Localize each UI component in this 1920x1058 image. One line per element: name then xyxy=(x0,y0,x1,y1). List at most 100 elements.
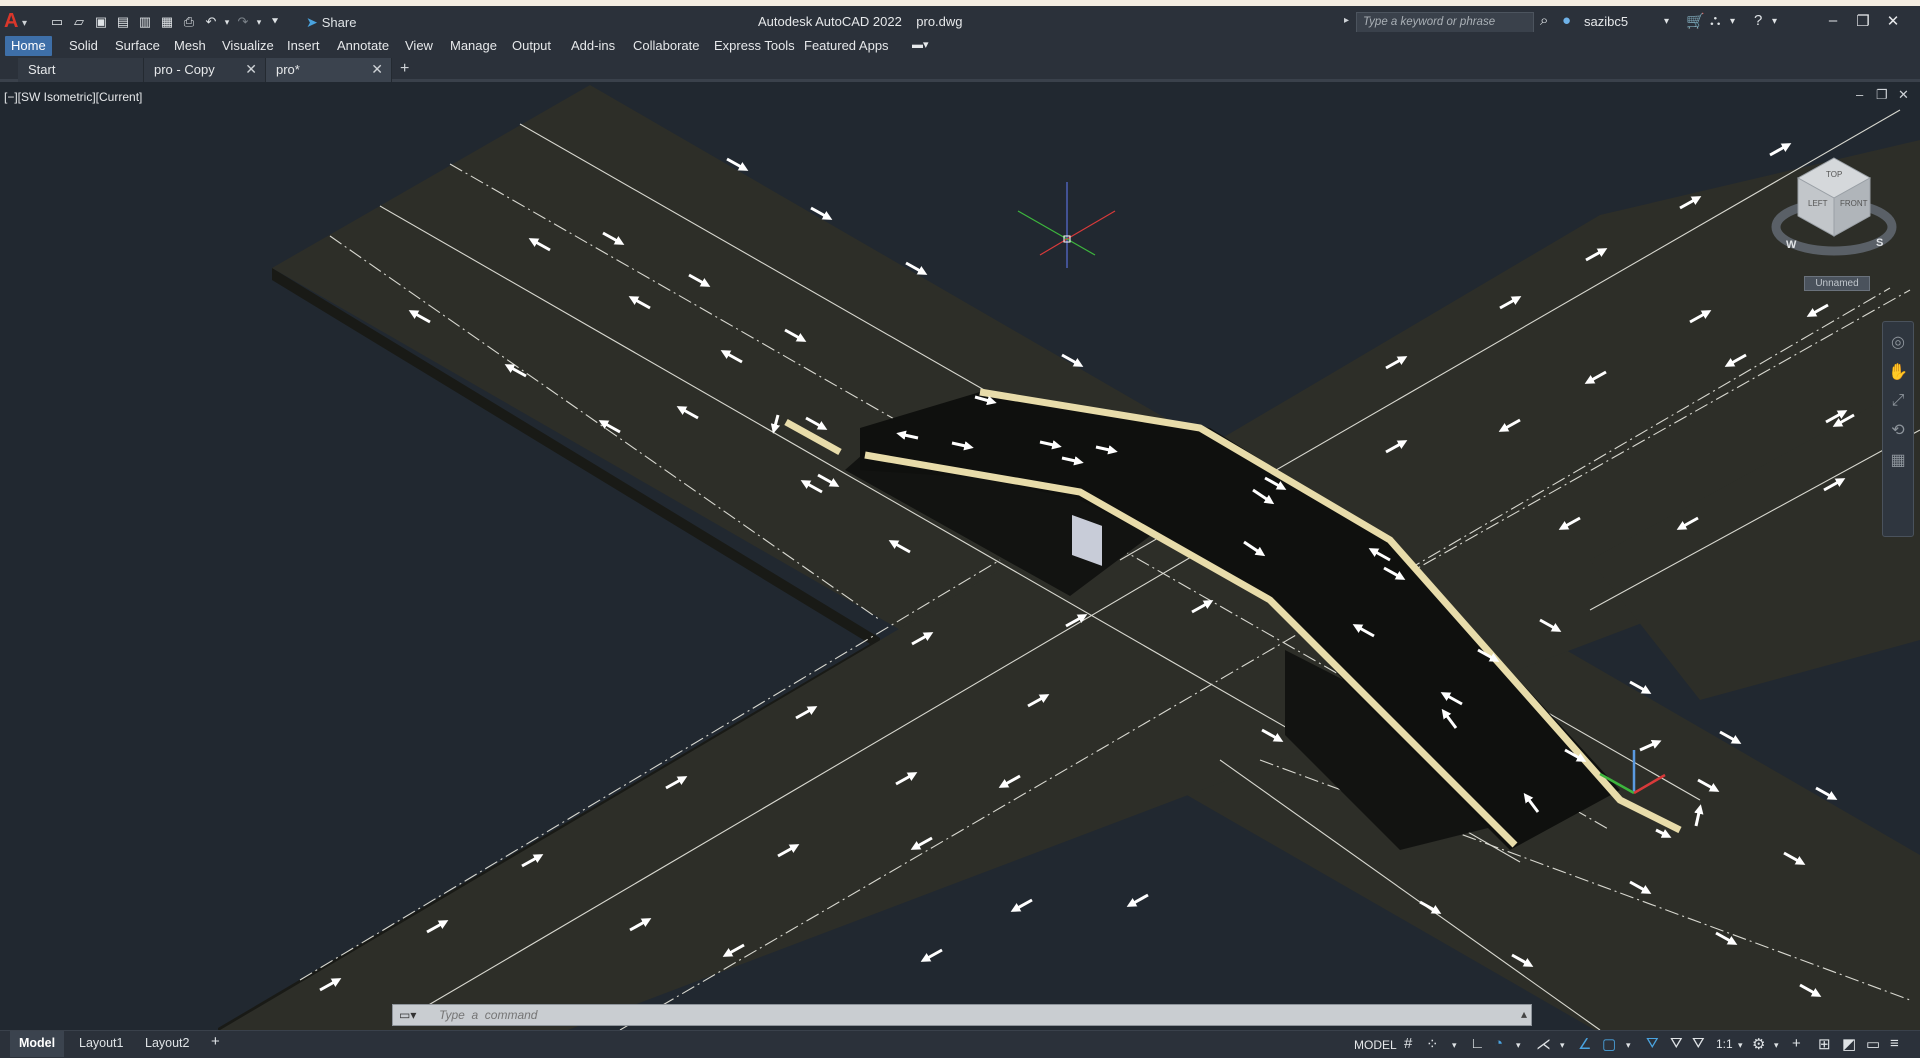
drawing-viewport[interactable]: TOP LEFT FRONT W S [−][SW Isometric][Cur… xyxy=(0,85,1920,1033)
tab-pro[interactable]: pro* ✕ xyxy=(266,58,392,82)
open-icon[interactable]: ▱ xyxy=(68,12,90,32)
tab-insert[interactable]: Insert xyxy=(281,36,326,56)
tab-add-ins[interactable]: Add-ins xyxy=(565,36,621,56)
snap-chevron-down-icon[interactable]: ▾ xyxy=(1452,1040,1457,1051)
undo-dropdown-icon[interactable]: ▾ xyxy=(222,12,232,32)
save-as-icon[interactable]: ▤ xyxy=(112,12,134,32)
close-tab-icon[interactable]: ✕ xyxy=(371,61,383,78)
minimize-icon[interactable]: – xyxy=(1820,12,1846,29)
polar-tracking-icon[interactable]: ◔ xyxy=(1494,1035,1503,1052)
tab-surface[interactable]: Surface xyxy=(109,36,166,56)
layout-tab-layout1[interactable]: Layout1 xyxy=(70,1031,132,1057)
redo-dropdown-icon[interactable]: ▾ xyxy=(254,12,264,32)
polar-chevron-down-icon[interactable]: ▾ xyxy=(1516,1040,1521,1051)
user-name[interactable]: sazibc5 xyxy=(1584,14,1628,29)
user-icon[interactable]: ● xyxy=(1562,12,1571,29)
layout-tab-layout2[interactable]: Layout2 xyxy=(136,1031,198,1057)
zoom-extents-icon[interactable]: ⤢ xyxy=(1883,392,1913,410)
close-tab-icon[interactable]: ✕ xyxy=(245,61,257,78)
isodraft-icon[interactable]: ⋌ xyxy=(1536,1035,1551,1053)
close-icon[interactable]: ✕ xyxy=(1880,12,1906,30)
workspace-gear-icon[interactable]: ⚙ xyxy=(1752,1035,1765,1053)
new-icon[interactable]: ▭ xyxy=(46,12,68,32)
auto-scale-icon[interactable]: ⛛ xyxy=(1670,1035,1683,1052)
pan-icon[interactable]: ✋ xyxy=(1883,362,1913,382)
search-icon[interactable]: ⌕ xyxy=(1540,12,1548,29)
command-history-icon[interactable]: ▭▾ xyxy=(399,1008,416,1022)
compass-w-label[interactable]: W xyxy=(1786,239,1797,251)
viewport-close-icon[interactable]: ✕ xyxy=(1898,87,1909,103)
workspace-chevron-down-icon[interactable]: ▾ xyxy=(1774,1040,1779,1051)
isolate-objects-icon[interactable]: ◩ xyxy=(1842,1035,1856,1053)
app-logo[interactable]: A xyxy=(4,10,18,33)
app-chevron-down-icon[interactable]: ▾ xyxy=(1730,16,1735,27)
tab-solid[interactable]: Solid xyxy=(63,36,104,56)
tab-annotate[interactable]: Annotate xyxy=(331,36,395,56)
osnap-chevron-down-icon[interactable]: ▾ xyxy=(1626,1040,1631,1051)
tab-featured-apps[interactable]: Featured Apps xyxy=(798,36,895,56)
cart-icon[interactable]: 🛒 xyxy=(1686,12,1705,30)
search-expand-icon[interactable]: ▸ xyxy=(1344,15,1349,26)
showmotion-icon[interactable]: ▦ xyxy=(1883,450,1913,470)
viewport-minimize-icon[interactable]: – xyxy=(1856,87,1863,102)
tab-mesh[interactable]: Mesh xyxy=(168,36,212,56)
document-tabs: Start pro - Copy ✕ pro* ✕ + xyxy=(0,58,1920,82)
viewport-controls-label[interactable]: [−][SW Isometric][Current] xyxy=(4,90,142,104)
orbit-icon[interactable]: ⟲ xyxy=(1883,420,1913,440)
customize-qat-icon[interactable]: ⯆ xyxy=(264,12,286,32)
help-chevron-down-icon[interactable]: ▾ xyxy=(1772,16,1777,27)
ortho-icon[interactable]: ∟ xyxy=(1470,1035,1485,1052)
user-chevron-down-icon[interactable]: ▾ xyxy=(1664,16,1669,27)
scale-chevron-down-icon[interactable]: ▾ xyxy=(1738,1040,1743,1051)
annotation-visibility-icon[interactable]: ⛛ xyxy=(1646,1035,1659,1052)
tab-collaborate[interactable]: Collaborate xyxy=(627,36,706,56)
annotation-scale-icon[interactable]: ⛛ xyxy=(1692,1035,1705,1052)
ribbon-minimize-icon[interactable]: ▬▾ xyxy=(906,36,935,56)
customization-menu-icon[interactable]: ≡ xyxy=(1890,1035,1899,1052)
viewcube-top-label[interactable]: TOP xyxy=(1826,170,1842,179)
named-view-dropdown[interactable]: Unnamed xyxy=(1804,276,1870,291)
viewcube-front-label[interactable]: FRONT xyxy=(1840,199,1868,208)
snap-icon[interactable]: ⁘ xyxy=(1426,1035,1439,1053)
object-snap-tracking-icon[interactable]: ∠ xyxy=(1578,1035,1591,1053)
annotation-scale-value[interactable]: 1:1 xyxy=(1716,1037,1733,1051)
tab-manage[interactable]: Manage xyxy=(444,36,503,56)
plot-icon[interactable]: ⎙ xyxy=(178,12,200,32)
restore-icon[interactable]: ❐ xyxy=(1850,12,1876,30)
object-snap-icon[interactable]: ▢ xyxy=(1602,1035,1616,1053)
command-scroll-icon[interactable]: ▴ xyxy=(1521,1007,1527,1021)
viewcube-left-label[interactable]: LEFT xyxy=(1808,199,1828,208)
clean-screen-icon[interactable]: ▭ xyxy=(1866,1035,1880,1053)
save-icon[interactable]: ▣ xyxy=(90,12,112,32)
add-layout-icon[interactable]: + xyxy=(202,1031,229,1057)
command-input[interactable] xyxy=(437,1006,1517,1024)
help-icon[interactable]: ? xyxy=(1754,12,1762,29)
share-button[interactable]: ➤ Share xyxy=(306,14,356,31)
tab-visualize[interactable]: Visualize xyxy=(216,36,280,56)
layout-tab-model[interactable]: Model xyxy=(10,1031,65,1057)
redo-icon[interactable]: ↷ xyxy=(232,12,254,32)
units-icon[interactable]: ⊞ xyxy=(1818,1035,1831,1053)
model-view[interactable]: TOP LEFT FRONT W S xyxy=(0,85,1920,1033)
new-tab-icon[interactable]: + xyxy=(400,60,409,78)
search-input[interactable]: Type a keyword or phrase xyxy=(1356,12,1534,33)
tab-express-tools[interactable]: Express Tools xyxy=(708,36,801,56)
tab-output[interactable]: Output xyxy=(506,36,557,56)
undo-icon[interactable]: ↶ xyxy=(200,12,222,32)
tab-start[interactable]: Start xyxy=(18,58,144,82)
annotation-monitor-icon[interactable]: + xyxy=(1792,1035,1801,1052)
crosshair-cursor xyxy=(1017,182,1116,268)
tab-pro-copy[interactable]: pro - Copy ✕ xyxy=(144,58,266,82)
steering-wheel-icon[interactable]: ◎ xyxy=(1883,332,1913,352)
grid-icon[interactable]: # xyxy=(1404,1035,1412,1052)
save-web-icon[interactable]: ▦ xyxy=(156,12,178,32)
iso-chevron-down-icon[interactable]: ▾ xyxy=(1560,1040,1565,1051)
compass-s-label[interactable]: S xyxy=(1876,237,1883,249)
app-menu-chevron-icon[interactable]: ▾ xyxy=(22,18,27,29)
viewport-restore-icon[interactable]: ❐ xyxy=(1876,87,1888,103)
tab-home[interactable]: Home xyxy=(5,36,52,56)
tab-view[interactable]: View xyxy=(399,36,439,56)
model-space-toggle[interactable]: MODEL xyxy=(1354,1038,1397,1052)
open-web-icon[interactable]: ▥ xyxy=(134,12,156,32)
autodesk-app-icon[interactable]: ⛬ xyxy=(1710,12,1721,29)
